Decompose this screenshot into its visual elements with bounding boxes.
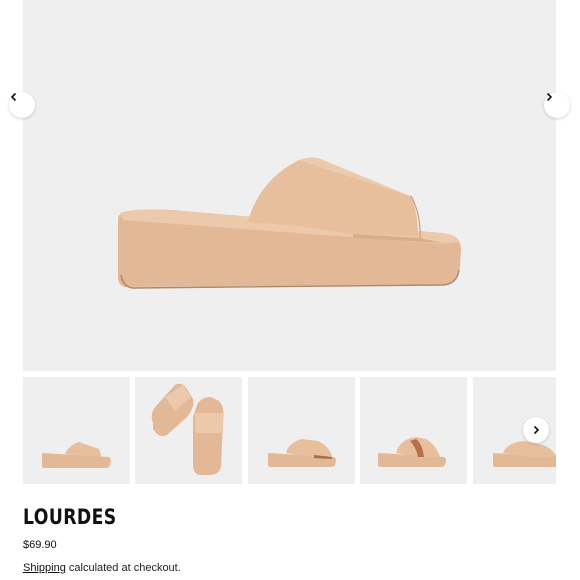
product-title: LOURDES bbox=[23, 505, 117, 529]
shipping-link[interactable]: Shipping bbox=[23, 562, 66, 574]
thumbnail-4[interactable] bbox=[360, 377, 467, 484]
previous-image-button[interactable] bbox=[9, 92, 35, 118]
next-image-button[interactable] bbox=[544, 92, 570, 118]
next-thumbnails-button[interactable] bbox=[523, 417, 549, 443]
sandal-thumbnail-image bbox=[378, 437, 446, 467]
thumbnail-2[interactable] bbox=[135, 377, 242, 484]
thumbnail-strip bbox=[23, 377, 556, 484]
chevron-right-icon bbox=[546, 92, 553, 102]
sandal-thumbnail-image bbox=[268, 439, 336, 467]
product-price: $69.90 bbox=[23, 539, 57, 551]
chevron-left-icon bbox=[10, 92, 17, 102]
thumbnail-1[interactable] bbox=[23, 377, 130, 484]
sandal-pair-thumbnail-image bbox=[151, 383, 224, 475]
shipping-note-text: calculated at checkout. bbox=[65, 562, 181, 574]
main-product-image bbox=[9, 0, 570, 371]
product-page: LOURDES $69.90 Shipping calculated at ch… bbox=[0, 0, 580, 580]
thumbnail-3[interactable] bbox=[248, 377, 355, 484]
sandal-thumbnail-image bbox=[42, 442, 111, 468]
chevron-right-icon bbox=[533, 425, 540, 435]
shipping-note: Shipping calculated at checkout. bbox=[23, 562, 181, 574]
sandal-illustration bbox=[118, 157, 461, 289]
